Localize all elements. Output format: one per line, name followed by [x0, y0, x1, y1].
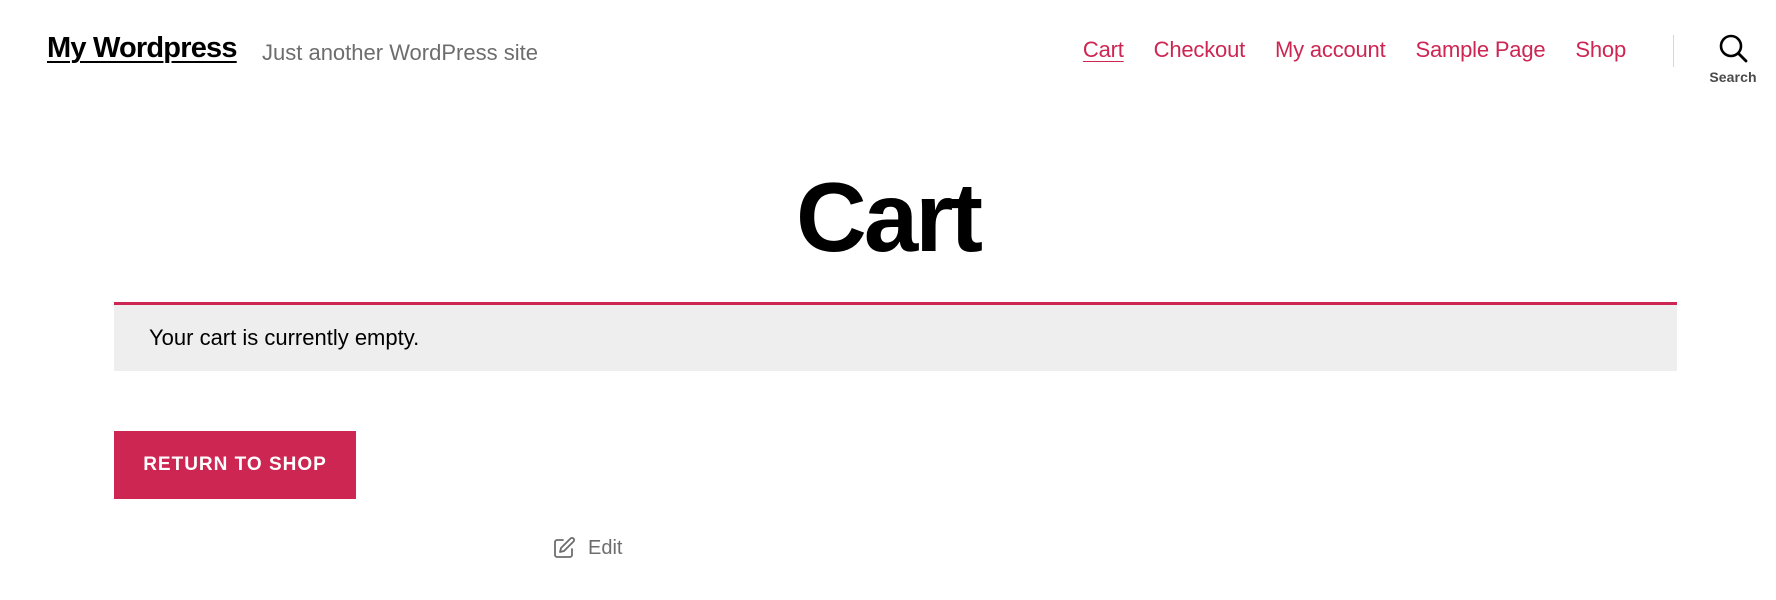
return-to-shop-button[interactable]: Return to shop: [114, 431, 356, 499]
nav-divider: [1673, 35, 1674, 67]
nav-item-my-account[interactable]: My account: [1275, 37, 1386, 63]
search-icon: [1719, 34, 1748, 63]
edit-link[interactable]: Edit: [552, 536, 622, 560]
nav-item-sample-page[interactable]: Sample Page: [1416, 37, 1546, 63]
cart-empty-message: Your cart is currently empty.: [149, 325, 420, 350]
search-toggle-button[interactable]: Search: [1700, 33, 1766, 93]
nav-item-checkout[interactable]: Checkout: [1154, 37, 1246, 63]
primary-nav: Cart Checkout My account Sample Page Sho…: [1083, 37, 1626, 63]
page-title: Cart: [795, 162, 983, 272]
nav-item-cart[interactable]: Cart: [1083, 37, 1124, 63]
site-header: My Wordpress Just another WordPress site…: [0, 0, 1776, 104]
site-description: Just another WordPress site: [262, 40, 538, 65]
cart-empty-notice: Your cart is currently empty.: [114, 302, 1677, 371]
edit-icon: [554, 537, 575, 558]
edit-label: Edit: [588, 536, 623, 559]
site-title-link[interactable]: My Wordpress: [47, 32, 238, 65]
search-label: Search: [1709, 69, 1757, 85]
nav-item-shop[interactable]: Shop: [1575, 37, 1626, 63]
